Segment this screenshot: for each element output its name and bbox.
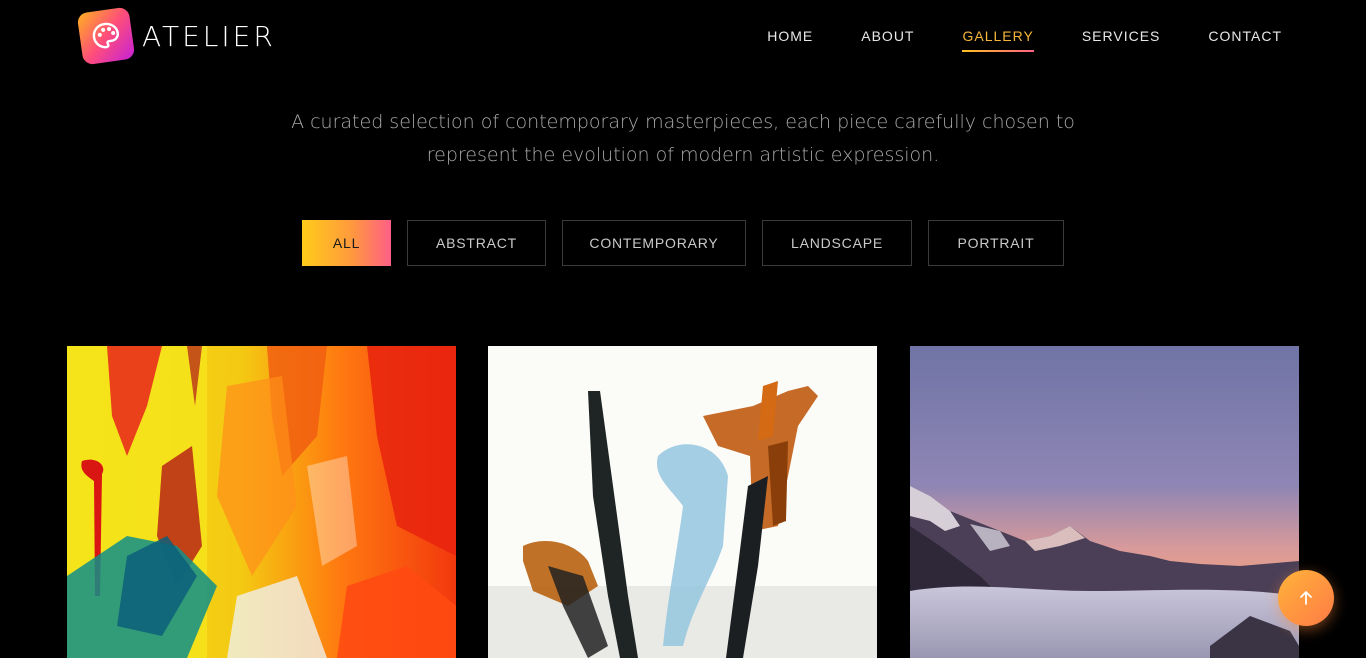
artwork-image [910,346,1299,658]
nav-about[interactable]: ABOUT [861,28,914,52]
gallery-card-abstract-yellow[interactable] [67,346,456,658]
gallery-filters: ALL ABSTRACT CONTEMPORARY LANDSCAPE PORT… [302,220,1080,266]
main-nav: HOME ABOUT GALLERY SERVICES CONTACT [719,28,1282,52]
artwork-image [67,346,456,658]
nav-gallery[interactable]: GALLERY [962,28,1035,52]
filter-abstract[interactable]: ABSTRACT [407,220,546,266]
nav-services[interactable]: SERVICES [1082,28,1161,52]
intro-line-2: represent the evolution of modern artist… [426,144,940,166]
nav-home[interactable]: HOME [767,28,813,52]
filter-contemporary[interactable]: CONTEMPORARY [562,220,746,266]
site-header: ATELIER HOME ABOUT GALLERY SERVICES CONT… [0,0,1366,75]
intro-line-1: A curated selection of contemporary mast… [291,111,1075,133]
filter-landscape[interactable]: LANDSCAPE [762,220,912,266]
gallery-intro: A curated selection of contemporary mast… [283,106,1083,172]
brand-logo[interactable]: ATELIER [76,6,276,66]
filter-all[interactable]: ALL [302,220,391,266]
nav-contact[interactable]: CONTACT [1208,28,1282,52]
arrow-up-icon [1300,591,1312,605]
filter-portrait[interactable]: PORTRAIT [928,220,1064,266]
brand-name: ATELIER [142,19,276,53]
gallery-card-mountain-landscape[interactable] [910,346,1299,658]
palette-icon [76,6,136,66]
scroll-top-button[interactable] [1278,570,1334,626]
gallery-card-ink-strokes[interactable] [488,346,877,658]
artwork-image [488,346,877,658]
